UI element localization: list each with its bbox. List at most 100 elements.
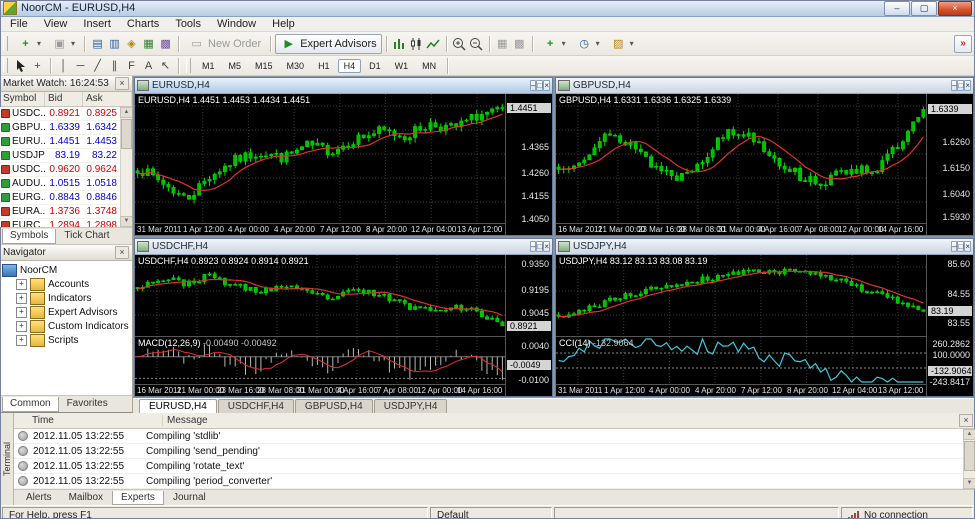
timeframe-d1-button[interactable]: D1 (363, 59, 387, 73)
market-watch-row-gbpu[interactable]: GBPU... 1.6339 1.6342 (0, 121, 132, 135)
candlestick-chart-icon[interactable] (408, 36, 425, 52)
trendline-icon[interactable]: ╱ (89, 58, 106, 74)
market-watch-scrollbar[interactable]: ▲ ▼ (120, 107, 132, 227)
timeframe-h4-button[interactable]: H4 (337, 58, 362, 73)
terminal-scrollbar[interactable]: ▲ ▼ (963, 429, 975, 489)
toolbar-grip[interactable] (186, 58, 191, 73)
toolbar-grip[interactable] (3, 36, 8, 51)
column-ask[interactable]: Ask (83, 92, 132, 106)
terminal-log-row[interactable]: 2012.11.05 13:22:55 Compiling 'send_pendi… (14, 444, 975, 459)
terminal-close-icon[interactable]: × (959, 414, 973, 427)
scroll-down-icon[interactable]: ▼ (963, 478, 975, 489)
market-watch-caption[interactable]: Market Watch: 16:24:53 × (0, 76, 132, 92)
market-watch-row-euru[interactable]: EURU... 1.4451 1.4453 (0, 135, 132, 149)
chart-title-bar[interactable]: EURUSD,H4 – □ × (135, 78, 552, 94)
market-watch-tab-tick-chart[interactable]: Tick Chart (57, 229, 116, 243)
indicators-button[interactable]: + ▾ (537, 34, 571, 54)
chart-tab-usdjpy-h4[interactable]: USDJPY,H4 (373, 399, 448, 413)
market-watch-row-audu[interactable]: AUDU... 1.0515 1.0518 (0, 177, 132, 191)
menu-file[interactable]: File (2, 18, 36, 30)
timeframe-m1-button[interactable]: M1 (196, 59, 221, 73)
market-watch-row-usdjpy[interactable]: USDJPY 83.19 83.22 (0, 149, 132, 163)
navigator-tab-common[interactable]: Common (2, 396, 59, 412)
navigator-icon[interactable]: ◈ (123, 36, 140, 52)
column-time[interactable]: Time (14, 415, 163, 426)
line-chart-icon[interactable] (425, 36, 442, 52)
horizontal-line-icon[interactable]: ─ (72, 58, 89, 74)
terminal-icon[interactable]: ▦ (140, 36, 157, 52)
new-chart-button[interactable]: + ▾ (12, 34, 46, 54)
navigator-close-icon[interactable]: × (115, 246, 129, 259)
chart-close-button[interactable]: × (543, 241, 550, 252)
maximize-button[interactable]: ▢ (911, 0, 937, 16)
toolbar-overflow-button[interactable]: » (954, 34, 972, 53)
profiles-button[interactable]: ▣ ▾ (46, 34, 80, 54)
timeframe-m30-button[interactable]: M30 (281, 59, 311, 73)
toolbar-grip[interactable] (3, 58, 8, 73)
menu-view[interactable]: View (36, 18, 76, 30)
chart-tab-gbpusd-h4[interactable]: GBPUSD,H4 (294, 399, 373, 413)
expert-advisors-button[interactable]: ▶ Expert Advisors (275, 33, 382, 54)
periods-button[interactable]: ◷ ▾ (571, 34, 605, 54)
chart-plot-column[interactable]: USDJPY,H4 83.12 83.13 83.08 83.19 CCI(14)… (556, 255, 926, 396)
chart-tab-eurusd-h4[interactable]: EURUSD,H4 (139, 399, 217, 413)
market-watch-icon[interactable]: ▤ (89, 36, 106, 52)
menu-help[interactable]: Help (264, 18, 303, 30)
chart-tab-usdchf-h4[interactable]: USDCHF,H4 (217, 399, 294, 413)
scroll-thumb[interactable] (121, 119, 132, 149)
chart-close-button[interactable]: × (964, 80, 971, 91)
equidistant-channel-icon[interactable]: ∥ (106, 58, 123, 74)
terminal-tab-alerts[interactable]: Alerts (18, 491, 60, 504)
expand-icon[interactable]: + (16, 292, 27, 304)
status-profile[interactable]: Default (430, 507, 552, 519)
timeframe-m5-button[interactable]: M5 (223, 59, 248, 73)
terminal-side-tab[interactable]: Terminal (0, 413, 14, 505)
arrows-tool-icon[interactable]: ↖ (157, 58, 174, 74)
timeframe-w1-button[interactable]: W1 (389, 59, 415, 73)
market-watch-row-usdc[interactable]: USDC... 0.8921 0.8925 (0, 107, 132, 121)
zoom-out-icon[interactable] (468, 36, 485, 52)
scroll-up-icon[interactable]: ▲ (963, 429, 975, 440)
scroll-down-icon[interactable]: ▼ (120, 216, 132, 227)
expand-icon[interactable]: + (16, 278, 27, 290)
market-watch-tab-symbols[interactable]: Symbols (2, 228, 57, 244)
column-bid[interactable]: Bid (45, 92, 83, 106)
timeframe-mn-button[interactable]: MN (416, 59, 442, 73)
chart-plot-column[interactable]: USDCHF,H4 0.8923 0.8924 0.8914 0.8921 MAC… (135, 255, 505, 396)
cascade-windows-icon[interactable]: ▩ (511, 36, 528, 52)
navigator-tab-favorites[interactable]: Favorites (60, 397, 115, 411)
navigator-item-scripts[interactable]: + Scripts (2, 333, 132, 347)
terminal-tab-journal[interactable]: Journal (165, 491, 214, 504)
expand-icon[interactable]: + (16, 306, 27, 318)
chart-close-button[interactable]: × (543, 80, 550, 91)
menu-charts[interactable]: Charts (119, 18, 167, 30)
chart-close-button[interactable]: × (964, 241, 971, 252)
chart-title-bar[interactable]: USDCHF,H4 – □ × (135, 239, 552, 255)
expand-icon[interactable]: + (16, 320, 27, 332)
text-tool-icon[interactable]: A (140, 58, 157, 74)
templates-button[interactable]: ▨ ▾ (605, 34, 639, 54)
minimize-button[interactable]: – (884, 0, 910, 16)
navigator-item-expert-advisors[interactable]: + Expert Advisors (2, 305, 132, 319)
menu-window[interactable]: Window (209, 18, 264, 30)
strategy-tester-icon[interactable]: ▩ (157, 36, 174, 52)
close-button[interactable]: × (938, 0, 972, 16)
cursor-icon[interactable] (12, 58, 29, 74)
market-watch-row-eurc[interactable]: EURC... 1.2894 1.2898 (0, 219, 132, 227)
zoom-in-icon[interactable] (451, 36, 468, 52)
terminal-tab-experts[interactable]: Experts (112, 490, 164, 505)
chart-plot-column[interactable]: GBPUSD,H4 1.6331 1.6336 1.6325 1.6339 16 … (556, 94, 926, 235)
chart-title-bar[interactable]: GBPUSD,H4 – □ × (556, 78, 973, 94)
timeframe-m15-button[interactable]: M15 (249, 59, 279, 73)
tile-windows-icon[interactable]: ▦ (494, 36, 511, 52)
navigator-caption[interactable]: Navigator × (0, 245, 132, 261)
market-watch-row-usdc[interactable]: USDC... 0.9620 0.9624 (0, 163, 132, 177)
menu-tools[interactable]: Tools (167, 18, 209, 30)
menu-insert[interactable]: Insert (75, 18, 119, 30)
market-watch-row-eurg[interactable]: EURG... 0.8843 0.8846 (0, 191, 132, 205)
terminal-log-row[interactable]: 2012.11.05 13:22:55 Compiling 'rotate_tex… (14, 459, 975, 474)
column-message[interactable]: Message (163, 415, 959, 426)
terminal-log-row[interactable]: 2012.11.05 13:22:55 Compiling 'period_con… (14, 474, 975, 489)
navigator-item-accounts[interactable]: + Accounts (2, 277, 132, 291)
terminal-log-row[interactable]: 2012.11.05 13:22:55 Compiling 'stdlib' (14, 429, 975, 444)
